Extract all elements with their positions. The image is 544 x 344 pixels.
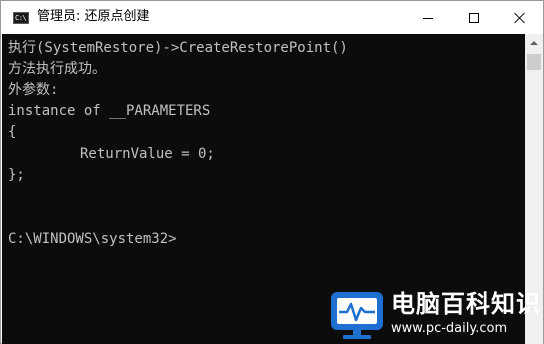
window-title: 管理员: 还原点创建	[37, 9, 150, 24]
close-icon	[514, 12, 526, 24]
scroll-up-button[interactable]	[525, 34, 543, 51]
watermark-title: 电脑百科知识	[391, 290, 541, 318]
scroll-thumb[interactable]	[527, 54, 541, 70]
console-line: 执行(SystemRestore)->CreateRestorePoint()	[8, 40, 348, 56]
console-line: 方法执行成功。	[8, 61, 106, 77]
maximize-icon	[469, 12, 479, 23]
console-window: C:\ 管理员: 还原点创建 执行(SystemRestore)->Create…	[0, 0, 544, 344]
command-prompt[interactable]: C:\WINDOWS\system32>	[8, 229, 177, 249]
arrow-up-icon	[530, 40, 538, 45]
maximize-button[interactable]	[451, 1, 497, 34]
title-bar[interactable]: C:\ 管理员: 还原点创建	[1, 1, 543, 34]
watermark-url: www.pc-daily.com	[391, 321, 508, 336]
close-button[interactable]	[497, 1, 543, 34]
monitor-logo-icon	[331, 292, 383, 339]
watermark-logo: 电脑百科知识 www.pc-daily.com	[329, 284, 544, 344]
minimize-button[interactable]	[405, 1, 451, 34]
console-line: instance of __PARAMETERS	[8, 103, 211, 119]
console-line: 外参数:	[8, 82, 59, 98]
minimize-icon	[423, 18, 433, 19]
console-icon: C:\	[13, 12, 29, 24]
console-line: };	[8, 167, 25, 183]
console-line: {	[8, 124, 17, 140]
console-line: ReturnValue = 0;	[80, 146, 215, 162]
